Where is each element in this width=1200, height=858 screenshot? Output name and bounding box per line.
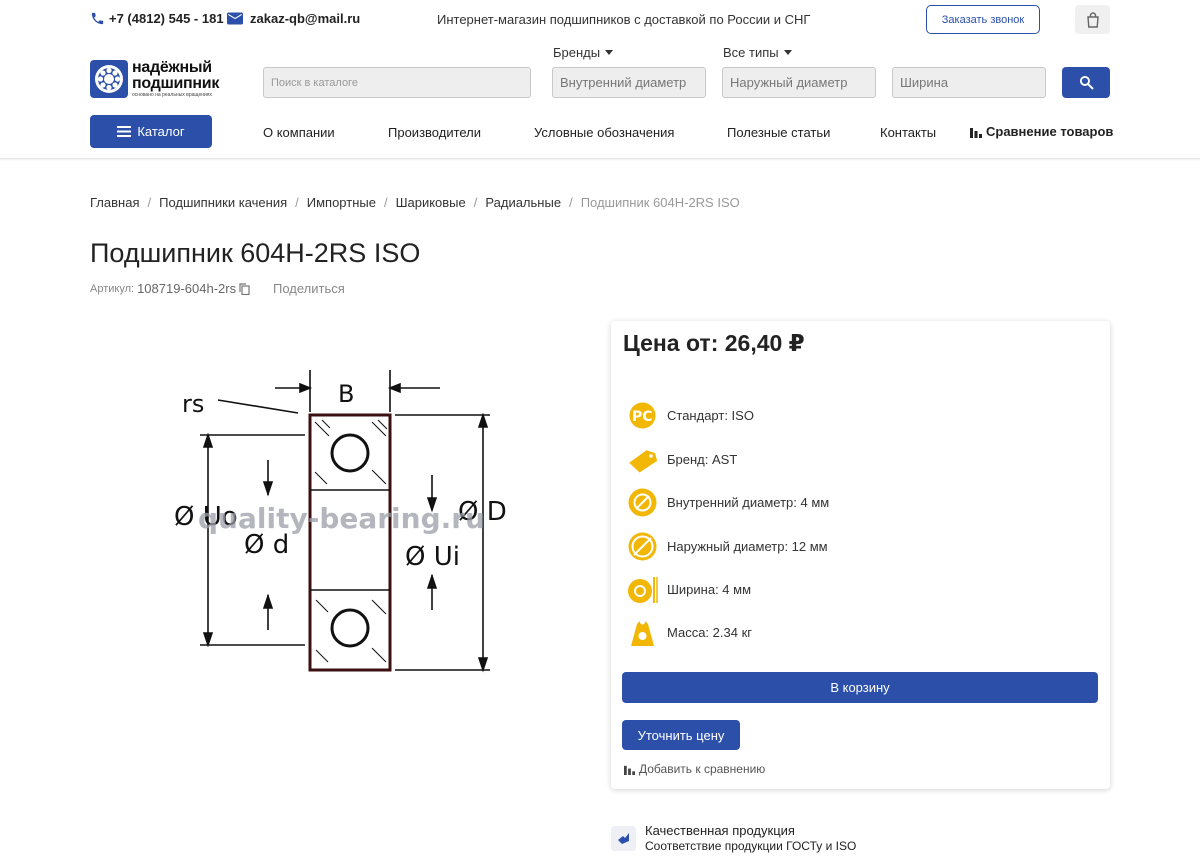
- breadcrumb-home[interactable]: Главная: [90, 195, 139, 210]
- brands-dropdown-label: Бренды: [553, 45, 601, 60]
- drawing-label-ui: Ø Ui: [405, 542, 460, 572]
- catalog-button[interactable]: Каталог: [90, 115, 212, 148]
- mail-icon: [227, 12, 243, 25]
- bar-chart-icon: [970, 127, 982, 138]
- feature-outer-diameter: Наружный диаметр: 12 мм: [626, 530, 828, 563]
- article-number: Артикул: 108719-604h-2rs: [90, 281, 250, 296]
- cart-button[interactable]: [1075, 5, 1110, 34]
- caret-down-icon: [783, 50, 792, 55]
- inner-diameter-input[interactable]: Внутренний диаметр: [552, 67, 706, 98]
- feature-weight: Масса: 2.34 кг: [626, 616, 752, 649]
- feature-width: Ширина: 4 мм: [626, 573, 751, 606]
- catalog-button-label: Каталог: [137, 124, 185, 139]
- search-button[interactable]: [1062, 67, 1110, 98]
- price-card: Цена от: 26,40 ₽ РС Стандарт: ISO Бренд:…: [611, 321, 1110, 789]
- breadcrumb-ball[interactable]: Шариковые: [396, 195, 466, 210]
- phone-number: +7 (4812) 545 - 181: [109, 11, 224, 26]
- brand-tag-icon: [629, 450, 658, 473]
- phone-icon: [91, 12, 104, 25]
- svg-text:РС: РС: [632, 409, 653, 425]
- add-to-compare-link[interactable]: Добавить к сравнению: [624, 762, 765, 776]
- breadcrumb: Главная / Подшипники качения / Импортные / …: [90, 195, 740, 210]
- inner-diameter-icon: [628, 488, 657, 517]
- quality-title: Качественная продукция: [645, 823, 795, 838]
- add-to-compare-label: Добавить к сравнению: [639, 762, 766, 776]
- quality-subtitle: Соответствие продукции ГОСТу и ISO: [645, 839, 857, 853]
- feature-outer-diameter-text: Наружный диаметр: 12 мм: [667, 539, 828, 554]
- feature-width-text: Ширина: 4 мм: [667, 582, 752, 597]
- breadcrumb-radial[interactable]: Радиальные: [485, 195, 561, 210]
- article-value: 108719-604h-2rs: [137, 281, 237, 296]
- bar-chart-icon: [624, 765, 635, 775]
- top-bar: +7 (4812) 545 - 181 zakaz-qb@mail.ru Инт…: [0, 0, 1200, 40]
- quality-badge-icon: [618, 833, 629, 844]
- feature-standard: РС Стандарт: ISO: [626, 399, 754, 432]
- nav-compare[interactable]: Сравнение товаров: [970, 124, 1113, 139]
- standard-icon: РС: [629, 402, 656, 429]
- phone-link[interactable]: +7 (4812) 545 - 181: [90, 11, 224, 26]
- product-price: Цена от: 26,40 ₽: [623, 330, 805, 356]
- feature-inner-diameter: Внутренний диаметр: 4 мм: [626, 486, 829, 519]
- site-logo[interactable]: надёжный подшипник основано на реальных …: [90, 59, 242, 99]
- add-to-cart-button[interactable]: В корзину: [622, 672, 1098, 703]
- watermark-text: quality-bearing.ru: [198, 502, 485, 535]
- feature-weight-text: Масса: 2.34 кг: [667, 625, 753, 640]
- drawing-label-b: B: [338, 380, 354, 408]
- email-link[interactable]: zakaz-qb@mail.ru: [227, 11, 360, 26]
- logo-slogan: основано на реальных вращениях: [132, 92, 212, 98]
- header-divider: [0, 158, 1200, 161]
- article-label: Артикул:: [90, 282, 135, 295]
- width-icon: [628, 577, 658, 603]
- clarify-price-button[interactable]: Уточнить цену: [622, 720, 740, 750]
- feature-brand-text: Бренд: AST: [667, 452, 738, 467]
- logo-line-2: подшипник: [132, 75, 220, 92]
- width-input[interactable]: Ширина: [892, 67, 1046, 98]
- breadcrumb-current: Подшипник 604H-2RS ISO: [580, 195, 740, 210]
- page-title: Подшипник 604H-2RS ISO: [90, 238, 421, 268]
- quality-icon-box: [611, 826, 636, 851]
- drawing-label-rs: rs: [182, 390, 204, 418]
- logo-line-1: надёжный: [132, 59, 212, 76]
- tagline: Интернет-магазин подшипников с доставкой…: [437, 12, 811, 27]
- nav-about[interactable]: О компании: [263, 125, 335, 140]
- feature-brand: Бренд: AST: [626, 443, 737, 476]
- nav-contacts[interactable]: Контакты: [880, 125, 936, 140]
- copy-icon[interactable]: [239, 282, 250, 295]
- caret-down-icon: [605, 50, 614, 55]
- shopping-bag-icon: [1086, 11, 1099, 28]
- nav-designations[interactable]: Условные обозначения: [534, 125, 674, 140]
- callback-button[interactable]: Заказать звонок: [926, 5, 1040, 34]
- outer-diameter-icon: [628, 532, 657, 561]
- nav-articles[interactable]: Полезные статьи: [727, 125, 830, 140]
- weight-icon: [631, 619, 654, 646]
- menu-icon: [117, 126, 132, 137]
- breadcrumb-imported[interactable]: Импортные: [307, 195, 376, 210]
- bearing-drawing: rs B Ø Uo Ø d Ø D Ø Ui quality-bearing.r…: [174, 370, 507, 673]
- outer-diameter-input[interactable]: Наружный диаметр: [722, 67, 876, 98]
- catalog-search-input[interactable]: Поиск в каталоге: [263, 67, 531, 98]
- search-icon: [1079, 75, 1093, 90]
- types-dropdown-label: Все типы: [723, 45, 779, 60]
- feature-standard-text: Стандарт: ISO: [667, 408, 754, 423]
- nav-compare-label: Сравнение товаров: [986, 124, 1114, 139]
- types-dropdown[interactable]: Все типы: [723, 45, 792, 60]
- nav-manufacturers[interactable]: Производители: [388, 125, 481, 140]
- brands-dropdown[interactable]: Бренды: [553, 45, 614, 60]
- email-address: zakaz-qb@mail.ru: [250, 11, 361, 26]
- share-link[interactable]: Поделиться: [273, 281, 345, 296]
- breadcrumb-rolling-bearings[interactable]: Подшипники качения: [159, 195, 287, 210]
- feature-inner-diameter-text: Внутренний диаметр: 4 мм: [667, 495, 830, 510]
- bearing-logo-icon: [90, 60, 128, 98]
